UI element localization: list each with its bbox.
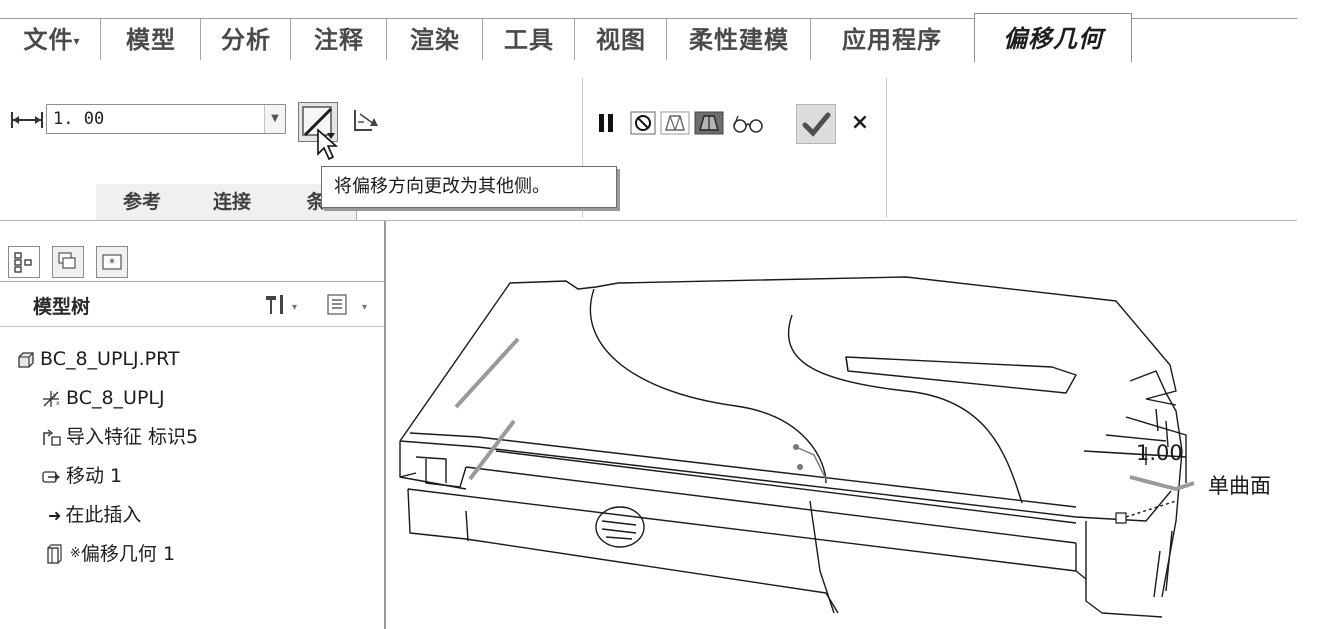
tree-item-csys[interactable]: y x BC_8_UPLJ [40, 385, 165, 411]
tab-flexible-modeling[interactable]: 柔性建模 [666, 19, 811, 60]
tab-file[interactable]: 文件▾ [6, 19, 98, 60]
import-feature-icon [43, 428, 61, 446]
side-select-icon[interactable] [350, 106, 380, 136]
tree-item-offset-geometry[interactable]: ※偏移几何 1 [44, 541, 175, 567]
layer-tree-tab-icon [58, 252, 76, 269]
flip-direction-tooltip: 将偏移方向更改为其他侧。 [321, 166, 617, 208]
checkmark-icon [802, 112, 831, 137]
tree-item-part[interactable]: BC_8_UPLJ.PRT [16, 346, 180, 372]
part-icon [18, 351, 34, 368]
layer-tree-tab[interactable] [52, 246, 84, 278]
move-icon [42, 470, 60, 483]
pause-icon[interactable] [596, 110, 618, 136]
svg-text:y: y [53, 392, 57, 399]
coordinate-system-icon: y x [43, 390, 60, 407]
chevron-down-icon: ▾ [73, 34, 81, 48]
dimension-value-label[interactable]: 1.00 [1136, 441, 1183, 465]
offset-value-text: 1. 00 [53, 109, 105, 129]
offset-geometry-icon [47, 543, 62, 564]
ribbon-separator [886, 78, 887, 218]
model-tree-title: 模型树 [33, 296, 91, 318]
subtab-connections[interactable]: 连接 [188, 184, 277, 220]
ribbon-tab-bar: 文件▾ 模型 分析 注释 渲染 工具 视图 柔性建模 应用程序 偏移几何 [0, 0, 1329, 64]
offset-distance-icon [11, 112, 43, 128]
favorites-tab[interactable]: * [96, 246, 128, 278]
subtab-references[interactable]: 参考 [96, 184, 189, 220]
settings-tools-icon[interactable]: ▾ [262, 292, 300, 316]
tree-item-insert-here[interactable]: ➜ 在此插入 [48, 502, 141, 528]
insert-here-arrow-icon: ➜ [48, 505, 62, 525]
cancel-button[interactable]: × [846, 108, 874, 138]
offset-value-combobox[interactable]: 1. 00 ▼ [46, 104, 286, 134]
model-tree-header: 模型树 ▾ ▾ [0, 281, 384, 327]
svg-text:▾: ▾ [292, 302, 297, 313]
glasses-icon[interactable] [730, 110, 766, 136]
ok-button[interactable] [796, 104, 836, 144]
svg-text:▾: ▾ [362, 302, 367, 313]
favorites-tab-icon: * [102, 254, 122, 270]
tab-annotate[interactable]: 注释 [290, 19, 387, 60]
surface-label: 单曲面 [1208, 474, 1271, 498]
tab-offset-geometry[interactable]: 偏移几何 [974, 13, 1132, 64]
tab-render[interactable]: 渲染 [386, 19, 483, 60]
mouse-pointer-icon [317, 128, 339, 161]
svg-text:*: * [109, 256, 115, 270]
model-tree-tab[interactable] [8, 246, 40, 278]
tab-analysis[interactable]: 分析 [200, 19, 291, 60]
tab-view[interactable]: 视图 [574, 19, 667, 60]
no-preview-icon[interactable] [630, 110, 656, 136]
navigator-panel: * 模型树 ▾ ▾ BC_8_UPLJ.PRT y x BC_8_UPLJ 导入… [0, 221, 386, 629]
feature-preview-icon[interactable] [694, 110, 724, 136]
tab-model[interactable]: 模型 [100, 19, 201, 60]
tab-tools[interactable]: 工具 [482, 19, 575, 60]
tree-item-import-feature[interactable]: 导入特征 标识5 [40, 424, 198, 450]
part-model-wireframe [399, 276, 1195, 618]
show-columns-icon[interactable]: ▾ [322, 292, 372, 316]
tab-applications[interactable]: 应用程序 [810, 19, 973, 60]
tree-item-move[interactable]: 移动 1 [40, 463, 122, 489]
geometry-preview-icon[interactable] [660, 110, 690, 136]
tab-file-label: 文件 [23, 25, 74, 54]
model-tree-tab-icon [14, 252, 32, 273]
chevron-down-icon[interactable]: ▼ [264, 105, 285, 133]
svg-text:x: x [56, 400, 60, 407]
graphics-window[interactable]: 1.00 单曲面 [386, 221, 1329, 629]
